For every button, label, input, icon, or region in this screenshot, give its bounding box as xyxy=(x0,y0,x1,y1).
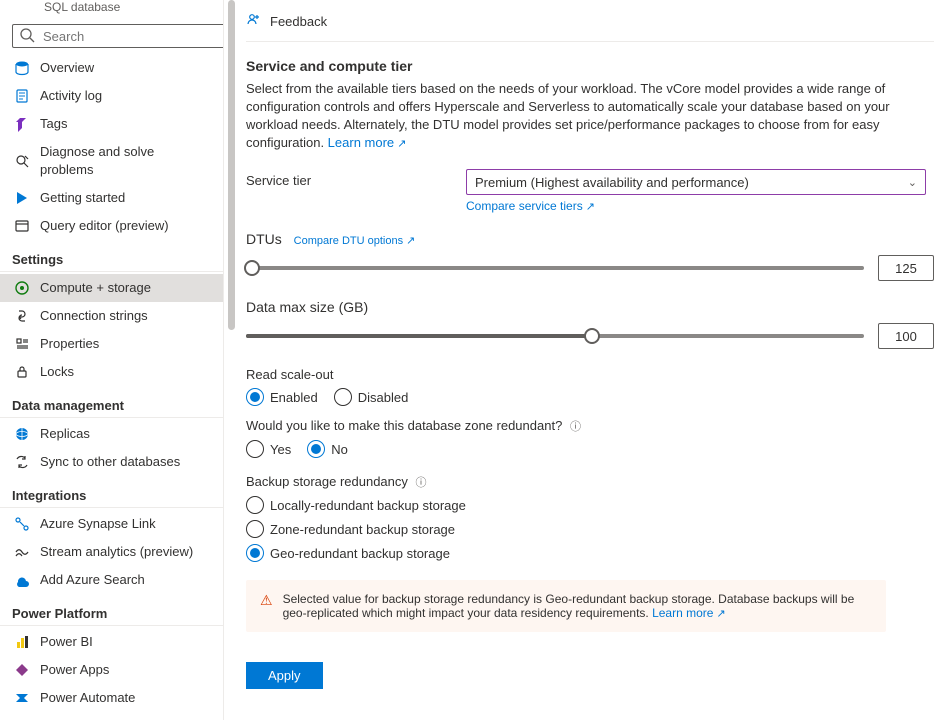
nav-icon xyxy=(14,153,30,169)
sidebar-section-header: Settings xyxy=(0,240,223,272)
scrollbar[interactable] xyxy=(228,0,235,720)
dtus-label: DTUs xyxy=(246,231,282,247)
sidebar-item[interactable]: Overview xyxy=(0,54,223,82)
search-icon xyxy=(19,27,35,46)
info-icon[interactable]: ⓘ xyxy=(416,477,427,489)
main-content: Feedback Service and compute tier Select… xyxy=(224,0,942,720)
sidebar-item[interactable]: Tags xyxy=(0,110,223,138)
sidebar-item[interactable]: Stream analytics (preview) xyxy=(0,538,223,566)
sidebar-item[interactable]: Replicas xyxy=(0,420,223,448)
service-tier-label: Service tier xyxy=(246,169,466,188)
zone-redundant-label: Would you like to make this database zon… xyxy=(246,418,562,433)
read-scale-disabled-radio[interactable]: Disabled xyxy=(334,388,409,406)
sidebar-item[interactable]: Power Automate xyxy=(0,684,223,712)
read-scale-label: Read scale-out xyxy=(246,367,934,382)
sidebar-item[interactable]: Power Apps xyxy=(0,656,223,684)
sidebar: SQL database ‹‹ OverviewActivity logTags… xyxy=(0,0,224,720)
compare-tiers-link[interactable]: Compare service tiers xyxy=(466,199,595,213)
dtus-slider-thumb[interactable] xyxy=(244,260,260,276)
warning-banner: ⚠ Selected value for backup storage redu… xyxy=(246,580,886,632)
service-tier-value: Premium (Highest availability and perfor… xyxy=(475,175,749,190)
dtus-value[interactable]: 125 xyxy=(878,255,934,281)
section-title: Service and compute tier xyxy=(246,58,934,74)
search-input[interactable] xyxy=(41,28,221,45)
data-max-slider-thumb[interactable] xyxy=(584,328,600,344)
warning-learn-more-link[interactable]: Learn more xyxy=(652,606,726,620)
feedback-icon xyxy=(246,12,262,31)
sidebar-item[interactable]: Diagnose and solve problems xyxy=(0,138,223,184)
nav-icon xyxy=(14,88,30,104)
nav-icon xyxy=(14,336,30,352)
feedback-button[interactable]: Feedback xyxy=(270,14,327,29)
backup-option-radio[interactable]: Geo-redundant backup storage xyxy=(246,544,934,562)
nav-icon xyxy=(14,280,30,296)
sidebar-item[interactable]: Properties xyxy=(0,330,223,358)
nav-icon xyxy=(14,426,30,442)
nav-icon xyxy=(14,516,30,532)
dtus-slider[interactable] xyxy=(246,266,864,270)
sidebar-section-header: Integrations xyxy=(0,476,223,508)
nav-icon xyxy=(14,544,30,560)
read-scale-enabled-radio[interactable]: Enabled xyxy=(246,388,318,406)
nav-icon xyxy=(14,662,30,678)
zone-no-radio[interactable]: No xyxy=(307,440,348,458)
info-icon[interactable]: ⓘ xyxy=(570,421,581,433)
nav-icon xyxy=(14,60,30,76)
compare-dtu-link[interactable]: Compare DTU options xyxy=(294,235,416,247)
sidebar-item[interactable]: Azure Synapse Link xyxy=(0,510,223,538)
nav-icon xyxy=(14,364,30,380)
backup-redundancy-label: Backup storage redundancy xyxy=(246,474,408,489)
data-max-label: Data max size (GB) xyxy=(246,299,934,315)
sidebar-section-header: Data management xyxy=(0,386,223,418)
sidebar-search[interactable] xyxy=(12,24,224,48)
sidebar-section-header: Power Platform xyxy=(0,594,223,626)
nav-icon xyxy=(14,454,30,470)
section-description: Select from the available tiers based on… xyxy=(246,80,926,153)
data-max-slider[interactable] xyxy=(246,334,864,338)
nav-icon xyxy=(14,218,30,234)
nav-icon xyxy=(14,690,30,706)
learn-more-link[interactable]: Learn more xyxy=(328,135,407,150)
sidebar-item[interactable]: Query editor (preview) xyxy=(0,212,223,240)
data-max-value[interactable]: 100 xyxy=(878,323,934,349)
toolbar: Feedback xyxy=(246,0,934,42)
sidebar-item[interactable]: Power BI xyxy=(0,628,223,656)
nav-icon xyxy=(14,634,30,650)
backup-option-radio[interactable]: Locally-redundant backup storage xyxy=(246,496,934,514)
sidebar-item[interactable]: Locks xyxy=(0,358,223,386)
service-tier-select[interactable]: Premium (Highest availability and perfor… xyxy=(466,169,926,195)
zone-yes-radio[interactable]: Yes xyxy=(246,440,291,458)
backup-option-radio[interactable]: Zone-redundant backup storage xyxy=(246,520,934,538)
apply-button[interactable]: Apply xyxy=(246,662,323,689)
sidebar-item[interactable]: Connection strings xyxy=(0,302,223,330)
nav-icon xyxy=(14,308,30,324)
sidebar-item[interactable]: Activity log xyxy=(0,82,223,110)
nav-icon xyxy=(14,572,30,588)
chevron-down-icon: ⌄ xyxy=(908,176,917,189)
sidebar-item[interactable]: Sync to other databases xyxy=(0,448,223,476)
nav-icon xyxy=(14,190,30,206)
sidebar-item[interactable]: Compute + storage xyxy=(0,274,223,302)
warning-icon: ⚠ xyxy=(260,592,273,609)
resource-type: SQL database xyxy=(0,0,223,20)
sidebar-item[interactable]: Getting started xyxy=(0,184,223,212)
nav-icon xyxy=(14,116,30,132)
sidebar-item[interactable]: Add Azure Search xyxy=(0,566,223,594)
